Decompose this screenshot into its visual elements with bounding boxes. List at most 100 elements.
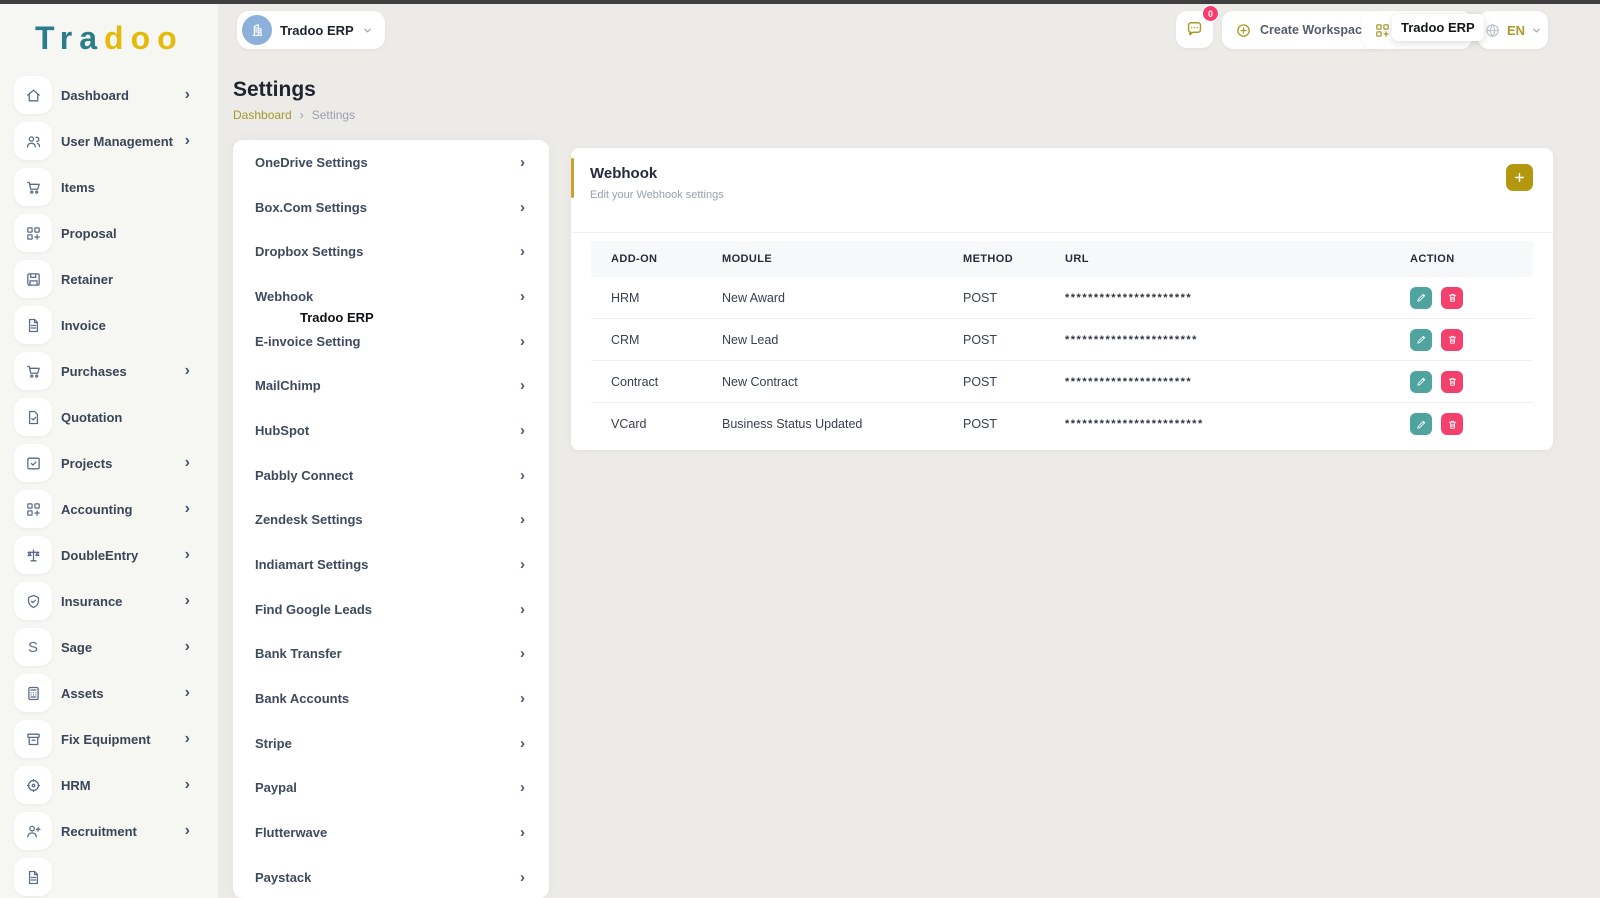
calculator-icon — [25, 685, 42, 702]
settings-menu-item-onedrive-settings[interactable]: OneDrive Settings › — [233, 140, 549, 185]
delete-button[interactable] — [1441, 371, 1463, 393]
column-header-url: URL — [1065, 253, 1410, 265]
chevron-right-icon: › — [520, 780, 525, 795]
settings-menu-item-bank-transfer[interactable]: Bank Transfer› — [233, 632, 549, 677]
plus-icon — [1513, 171, 1526, 184]
settings-menu-item-bank-accounts[interactable]: Bank Accounts› — [233, 676, 549, 721]
chevron-right-icon: › — [520, 200, 525, 215]
cell-actions — [1410, 329, 1533, 351]
sidebar-item-label: Sage — [61, 640, 92, 655]
sidebar-item-projects[interactable]: Projects› — [0, 440, 218, 486]
sidebar-item-assets[interactable]: Assets› — [0, 670, 218, 716]
cell-method: POST — [963, 333, 1065, 347]
breadcrumb-separator: › — [300, 108, 304, 122]
settings-item-label: Paypal — [255, 780, 297, 795]
messages-button[interactable]: 0 — [1176, 11, 1213, 48]
settings-item-label: E-invoice Setting — [255, 334, 360, 349]
app-logo[interactable]: Tradoo — [0, 4, 218, 57]
building-icon — [249, 22, 265, 38]
delete-button[interactable] — [1441, 329, 1463, 351]
logo-text: Tra — [35, 20, 104, 56]
pencil-icon — [1416, 419, 1427, 430]
settings-menu-item-mailchimp[interactable]: MailChimp› — [233, 363, 549, 408]
sidebar-icon-box — [14, 76, 52, 114]
settings-menu-item-indiamart-settings[interactable]: Indiamart Settings› — [233, 542, 549, 587]
settings-menu-item-flutterwave[interactable]: Flutterwave› — [233, 810, 549, 855]
settings-menu-item-pabbly-connect[interactable]: Pabbly Connect› — [233, 453, 549, 498]
sidebar-item-sage[interactable]: SSage› — [0, 624, 218, 670]
edit-button[interactable] — [1410, 371, 1432, 393]
file-text-icon — [25, 869, 42, 886]
settings-menu-item-stripe[interactable]: Stripe› — [233, 721, 549, 766]
sidebar-item-label: Items — [61, 180, 95, 195]
user-plus-icon — [25, 823, 42, 840]
sidebar-item-accounting[interactable]: Accounting› — [0, 486, 218, 532]
column-header-module: MODULE — [722, 253, 963, 265]
table-row: VCardBusiness Status UpdatedPOST********… — [591, 403, 1533, 445]
delete-button[interactable] — [1441, 287, 1463, 309]
chevron-down-icon — [1531, 25, 1542, 36]
sidebar-item-user-management[interactable]: User Management› — [0, 118, 218, 164]
sidebar-icon-box: S — [14, 628, 52, 666]
sidebar-item-label: User Management — [61, 134, 173, 149]
language-selector[interactable]: EN — [1478, 11, 1548, 49]
cart-icon — [25, 179, 42, 196]
settings-menu-item-zendesk-settings[interactable]: Zendesk Settings› — [233, 498, 549, 543]
chevron-right-icon: › — [520, 155, 525, 170]
trash-icon — [1447, 292, 1458, 303]
settings-item-label: Dropbox Settings — [255, 244, 363, 259]
panel-header: Webhook Edit your Webhook settings — [571, 148, 1553, 233]
settings-menu-item-paypal[interactable]: Paypal › — [233, 766, 549, 811]
settings-menu-item-find-google-leads[interactable]: Find Google Leads› — [233, 587, 549, 632]
chevron-right-icon: › — [520, 423, 525, 438]
chevron-right-icon: › — [185, 547, 190, 563]
chevron-right-icon: › — [185, 363, 190, 379]
sidebar-item-recruitment[interactable]: Recruitment› — [0, 808, 218, 854]
settings-menu-item-webhook[interactable]: Webhook› — [233, 274, 549, 319]
settings-menu-item-e-invoice-setting[interactable]: E-invoice Setting › — [233, 319, 549, 364]
edit-button[interactable] — [1410, 287, 1432, 309]
settings-menu-item-dropbox-settings[interactable]: Dropbox Settings › — [233, 229, 549, 274]
sidebar-item-label: Dashboard — [61, 88, 129, 103]
cell-add-on: VCard — [611, 417, 722, 431]
sidebar-item-invoice[interactable]: Invoice — [0, 302, 218, 348]
sidebar-item-doubleentry[interactable]: DoubleEntry› — [0, 532, 218, 578]
sidebar-item-insurance[interactable]: Insurance› — [0, 578, 218, 624]
sidebar-item-retainer[interactable]: Retainer — [0, 256, 218, 302]
sidebar-item-proposal[interactable]: Proposal — [0, 210, 218, 256]
sidebar-item-label: Recruitment — [61, 824, 137, 839]
delete-button[interactable] — [1441, 413, 1463, 435]
chevron-right-icon: › — [520, 334, 525, 349]
settings-menu-item-hubspot[interactable]: HubSpot› — [233, 408, 549, 453]
sidebar-item-partial[interactable] — [0, 854, 218, 898]
sidebar-item-dashboard[interactable]: Dashboard› — [0, 72, 218, 118]
sidebar-icon-box — [14, 444, 52, 482]
chevron-right-icon: › — [520, 244, 525, 259]
sidebar-item-label: Proposal — [61, 226, 117, 241]
sidebar-item-purchases[interactable]: Purchases› — [0, 348, 218, 394]
workspace-avatar — [242, 15, 272, 45]
cell-module: New Contract — [722, 375, 963, 389]
sidebar-icon-box — [14, 398, 52, 436]
settings-item-label: Find Google Leads — [255, 602, 372, 617]
breadcrumb-item-settings: Settings — [312, 108, 355, 122]
chevron-right-icon: › — [185, 501, 190, 517]
settings-item-label: Paystack — [255, 870, 311, 885]
chevron-right-icon: › — [520, 646, 525, 661]
sidebar-icon-box — [14, 306, 52, 344]
breadcrumb-item-dashboard[interactable]: Dashboard — [233, 108, 292, 122]
create-workspace-button[interactable]: Create Workspace — [1222, 11, 1382, 49]
sidebar-item-label: Quotation — [61, 410, 122, 425]
edit-button[interactable] — [1410, 413, 1432, 435]
settings-item-label: OneDrive Settings — [255, 155, 368, 170]
settings-menu-item-paystack[interactable]: Paystack› — [233, 855, 549, 898]
add-webhook-button[interactable] — [1506, 164, 1533, 191]
sidebar-item-hrm[interactable]: HRM› — [0, 762, 218, 808]
chat-icon — [1185, 20, 1204, 39]
workspace-switcher[interactable]: Tradoo ERP — [237, 11, 385, 49]
sidebar-item-fix-equipment[interactable]: Fix Equipment› — [0, 716, 218, 762]
sidebar-item-items[interactable]: Items — [0, 164, 218, 210]
settings-menu-item-box-com-settings[interactable]: Box.Com Settings› — [233, 185, 549, 230]
sidebar-item-quotation[interactable]: Quotation — [0, 394, 218, 440]
edit-button[interactable] — [1410, 329, 1432, 351]
